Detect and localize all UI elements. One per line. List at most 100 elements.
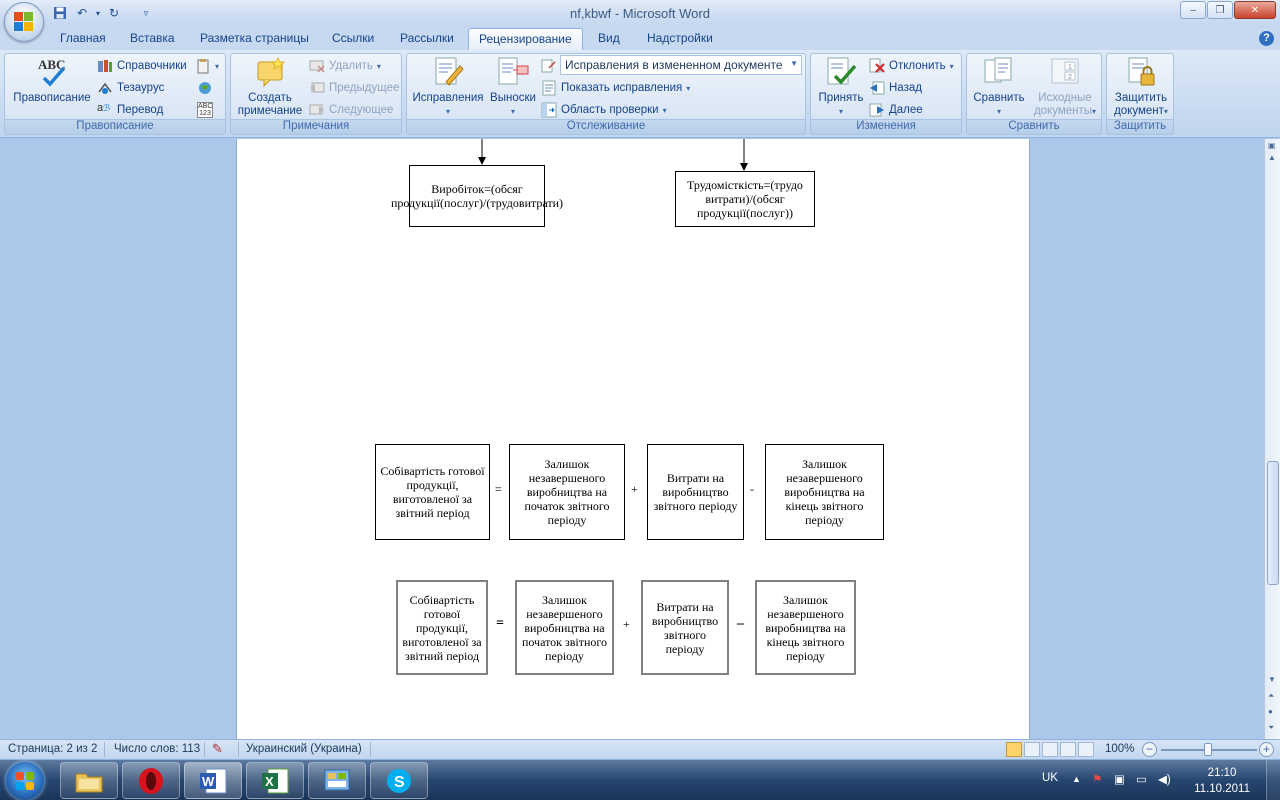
volume-icon[interactable]: ◀) [1158,772,1171,786]
tab-view[interactable]: Вид [598,31,620,45]
plus-sign-2: + [623,617,630,631]
print-layout-view-icon[interactable] [1006,742,1022,757]
vertical-scrollbar[interactable]: ▣ ▲ ▼ ⏶ ● ⏷ [1264,139,1280,739]
proofing-icon[interactable]: ✎ [212,741,223,757]
taskbar-word[interactable]: W [184,762,242,799]
taskbar-control-panel[interactable] [308,762,366,799]
previous-page-icon[interactable]: ⏶ [1268,691,1274,701]
review-pane-icon [541,102,557,118]
skype-icon: S [387,768,411,793]
arrow-down-icon [740,139,748,171]
tab-mailings[interactable]: Рассылки [400,31,454,45]
zoom-level[interactable]: 100% [1105,743,1134,755]
previous-comment-button[interactable]: Предыдущее [309,78,399,98]
tab-addins[interactable]: Надстройки [647,31,713,45]
source-documents-button[interactable]: 12 Исходные документы▾ [1029,56,1101,118]
track-changes-icon [432,56,464,88]
taskbar-skype[interactable]: S [370,762,428,799]
compare-button[interactable]: Сравнить ▾ [969,56,1029,118]
track-changes-button[interactable]: Исправления ▾ [409,56,487,118]
outline-view-icon[interactable] [1060,742,1076,757]
reject-button[interactable]: Отклонить ▾ [869,56,954,76]
tab-page-layout[interactable]: Разметка страницы [200,31,309,45]
references-button[interactable]: Справочники [97,56,187,76]
tab-insert[interactable]: Вставка [130,31,175,45]
control-panel-icon [324,769,350,790]
wip-start-box-2: Залишок незавершеного виробництва на поч… [515,580,614,675]
translate-button[interactable]: aℬ Перевод [97,100,163,120]
document-area: Виробіток=(обсяг продукції(послуг)/(труд… [0,139,1264,739]
help-icon[interactable]: ? [1259,31,1274,46]
delete-comment-button[interactable]: Удалить ▾ [309,56,381,76]
next-comment-button[interactable]: Следующее [309,100,393,120]
equals-sign-2: = [496,616,504,631]
full-screen-reading-view-icon[interactable] [1024,742,1040,757]
show-hidden-icons-icon[interactable]: ▲ [1072,774,1081,784]
zoom-slider-knob[interactable] [1204,743,1212,756]
close-button[interactable]: ✕ [1234,1,1276,19]
translate-icon: aℬ [97,102,111,114]
balloons-button[interactable]: Выноски ▾ [487,56,539,118]
show-markup-button[interactable]: Показать исправления ▾ [541,78,690,98]
language-button[interactable] [197,78,213,98]
previous-change-icon [869,80,885,96]
language-bar[interactable]: UK [1042,772,1058,784]
new-comment-button[interactable]: Создать примечание [233,56,307,118]
minimize-button[interactable]: – [1180,1,1206,19]
word-icon: W [200,768,227,793]
previous-comment-icon [309,80,325,96]
scroll-up-icon[interactable]: ▲ [1268,153,1276,162]
tab-references[interactable]: Ссылки [332,31,374,45]
display-for-review-icon [541,56,557,76]
taskbar-excel[interactable]: X [246,762,304,799]
svg-text:2: 2 [1068,74,1072,81]
group-comments: Создать примечание Удалить ▾ Предыдущее С… [230,53,402,135]
page-count[interactable]: Страница: 2 из 2 [8,743,97,755]
scroll-thumb[interactable] [1267,461,1279,585]
word-count[interactable]: Число слов: 113 [114,743,200,755]
language-indicator[interactable]: Украинский (Украина) [246,743,362,755]
title-bar: ↶ ▾ ↻ ▿ nf,kbwf - Microsoft Word – ❐ ✕ [0,0,1280,28]
web-layout-view-icon[interactable] [1042,742,1058,757]
thesaurus-icon [97,80,113,96]
spelling-button[interactable]: ABC Правописание [9,56,95,105]
taskbar-opera[interactable] [122,762,180,799]
taskbar-explorer[interactable] [60,762,118,799]
draft-view-icon[interactable] [1078,742,1094,757]
clock[interactable]: 21:10 11.10.2011 [1194,765,1250,797]
scroll-down-icon[interactable]: ▼ [1268,675,1276,684]
maximize-button[interactable]: ❐ [1207,1,1233,19]
tab-home[interactable]: Главная [60,31,106,45]
cost-of-finished-goods-box: Собівартість готової продукції, виготовл… [375,444,490,540]
previous-change-button[interactable]: Назад [869,78,922,98]
ribbon-tabs: Главная Вставка Разметка страницы Ссылки… [0,28,1280,51]
display-for-review-select[interactable]: Исправления в измененном документе ▼ [560,55,802,75]
review-pane-button[interactable]: Область проверки ▾ [541,100,667,120]
thesaurus-button[interactable]: Тезаурус [97,78,164,98]
protect-document-button[interactable]: Защитить документ▾ [1108,56,1174,118]
ruler-toggle-icon[interactable]: ▣ [1268,141,1276,150]
zoom-out-icon[interactable]: − [1142,742,1157,757]
show-desktop-button[interactable] [1266,760,1280,800]
display-review-icon [541,58,557,74]
zoom-in-icon[interactable]: + [1259,742,1274,757]
network-warning-icon[interactable]: ⚑ [1092,772,1102,786]
reject-icon [869,58,885,74]
document-page[interactable]: Виробіток=(обсяг продукції(послуг)/(труд… [236,139,1030,739]
browse-object-icon[interactable]: ● [1268,707,1273,716]
output-formula-box: Виробіток=(обсяг продукції(послуг)/(труд… [391,165,563,227]
word-count-button[interactable]: ABC 123 [197,100,213,120]
next-change-button[interactable]: Далее [869,100,923,120]
wip-end-box-2: Залишок незавершеного виробництва на кін… [755,580,856,675]
accept-button[interactable]: Принять ▾ [813,56,869,118]
tab-review[interactable]: Рецензирование [468,28,583,51]
office-button[interactable] [4,2,44,42]
new-comment-icon [254,56,286,88]
power-icon[interactable]: ▭ [1136,772,1147,786]
start-button[interactable] [6,762,44,800]
next-change-icon [869,102,885,118]
next-page-icon[interactable]: ⏷ [1268,723,1274,733]
research-options-button[interactable]: ▾ [195,56,219,76]
office-logo-icon [14,12,34,32]
action-center-icon[interactable]: ▣ [1114,772,1125,786]
